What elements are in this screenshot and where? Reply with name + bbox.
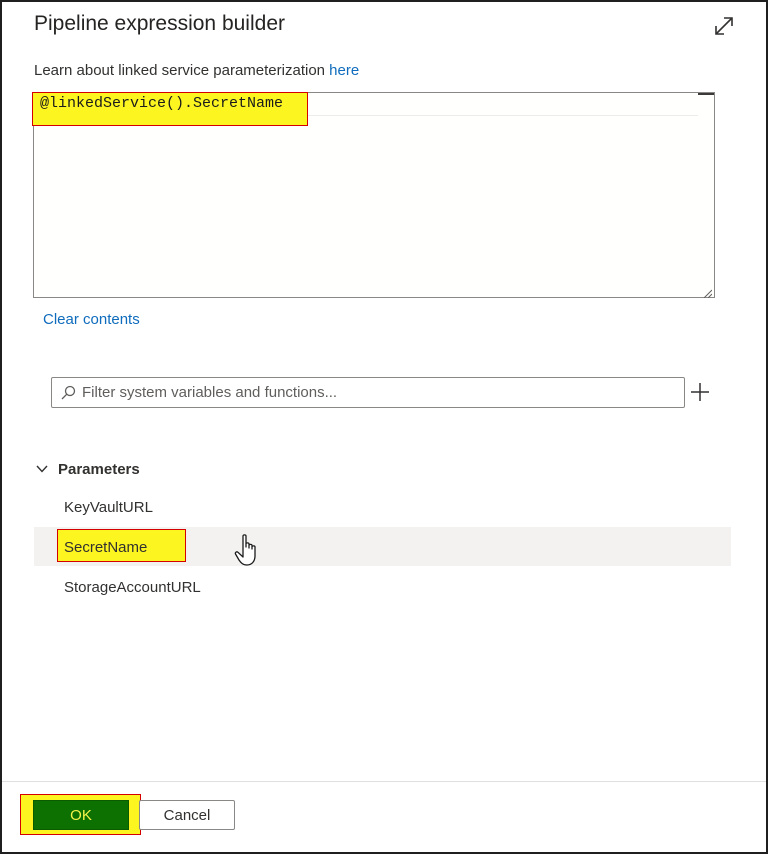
filter-input[interactable] bbox=[82, 378, 672, 407]
resize-grip-icon[interactable] bbox=[702, 285, 713, 299]
filter-box[interactable] bbox=[51, 377, 685, 408]
expand-icon[interactable] bbox=[712, 14, 736, 38]
cancel-button[interactable]: Cancel bbox=[139, 800, 235, 830]
parameter-item-storageaccounturl[interactable]: StorageAccountURL bbox=[34, 569, 731, 608]
learn-text: Learn about linked service parameterizat… bbox=[34, 62, 359, 79]
parameter-item-keyvaulturl[interactable]: KeyVaultURL bbox=[34, 489, 731, 528]
learn-link[interactable]: here bbox=[329, 62, 359, 79]
parameter-label: KeyVaultURL bbox=[64, 499, 153, 516]
ok-button[interactable]: OK bbox=[33, 800, 129, 830]
clear-contents-link[interactable]: Clear contents bbox=[43, 311, 140, 328]
dialog-title: Pipeline expression builder bbox=[34, 12, 285, 35]
learn-text-label: Learn about linked service parameterizat… bbox=[34, 62, 330, 79]
parameters-section-header[interactable]: Parameters bbox=[34, 458, 140, 480]
parameter-label: StorageAccountURL bbox=[64, 579, 201, 596]
parameter-label: SecretName bbox=[64, 539, 148, 556]
footer-divider bbox=[2, 781, 766, 782]
editor-scrollbar[interactable] bbox=[698, 93, 714, 297]
chevron-down-icon bbox=[34, 461, 50, 477]
parameter-item-secretname-label[interactable]: SecretName bbox=[34, 529, 731, 568]
plus-icon[interactable] bbox=[689, 381, 711, 403]
expression-text[interactable]: @linkedService().SecretName bbox=[40, 94, 283, 114]
parameters-section-label: Parameters bbox=[58, 460, 140, 478]
search-icon bbox=[60, 385, 76, 401]
hand-cursor-icon bbox=[234, 533, 262, 567]
editor-scroll-thumb[interactable] bbox=[698, 93, 714, 95]
